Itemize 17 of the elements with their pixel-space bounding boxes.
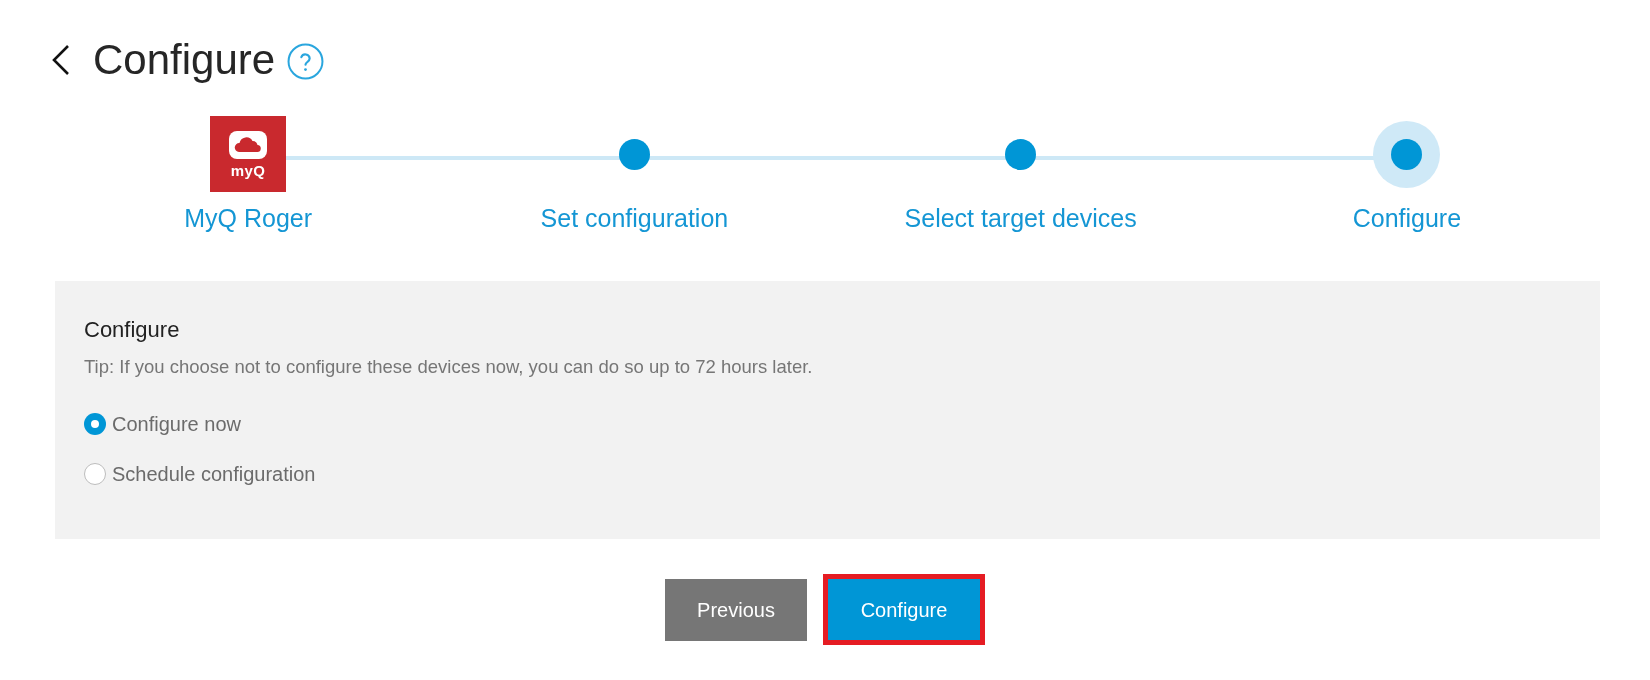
logo-text: myQ [230,163,266,179]
configure-button[interactable]: Configure [823,574,985,645]
tip-text: Tip: If you choose not to configure these devices now, you can do so up to 72 hours later. [84,355,813,379]
option-label: Schedule configuration [112,462,316,487]
radio-button[interactable] [84,463,106,485]
back-icon[interactable] [52,45,70,75]
step-label: Set configuration [540,203,729,233]
page-title: Configure [93,35,276,85]
option-label: Configure now [112,412,241,437]
help-icon[interactable] [287,42,325,80]
step-label: MyQ Roger [184,203,313,233]
radio-button[interactable] [84,413,106,435]
step-label: Select target devices [904,203,1137,233]
cloud-icon [229,131,268,159]
previous-button[interactable]: Previous [665,578,807,641]
panel-heading: Configure [84,316,180,344]
step-label: Configure [1352,203,1462,233]
